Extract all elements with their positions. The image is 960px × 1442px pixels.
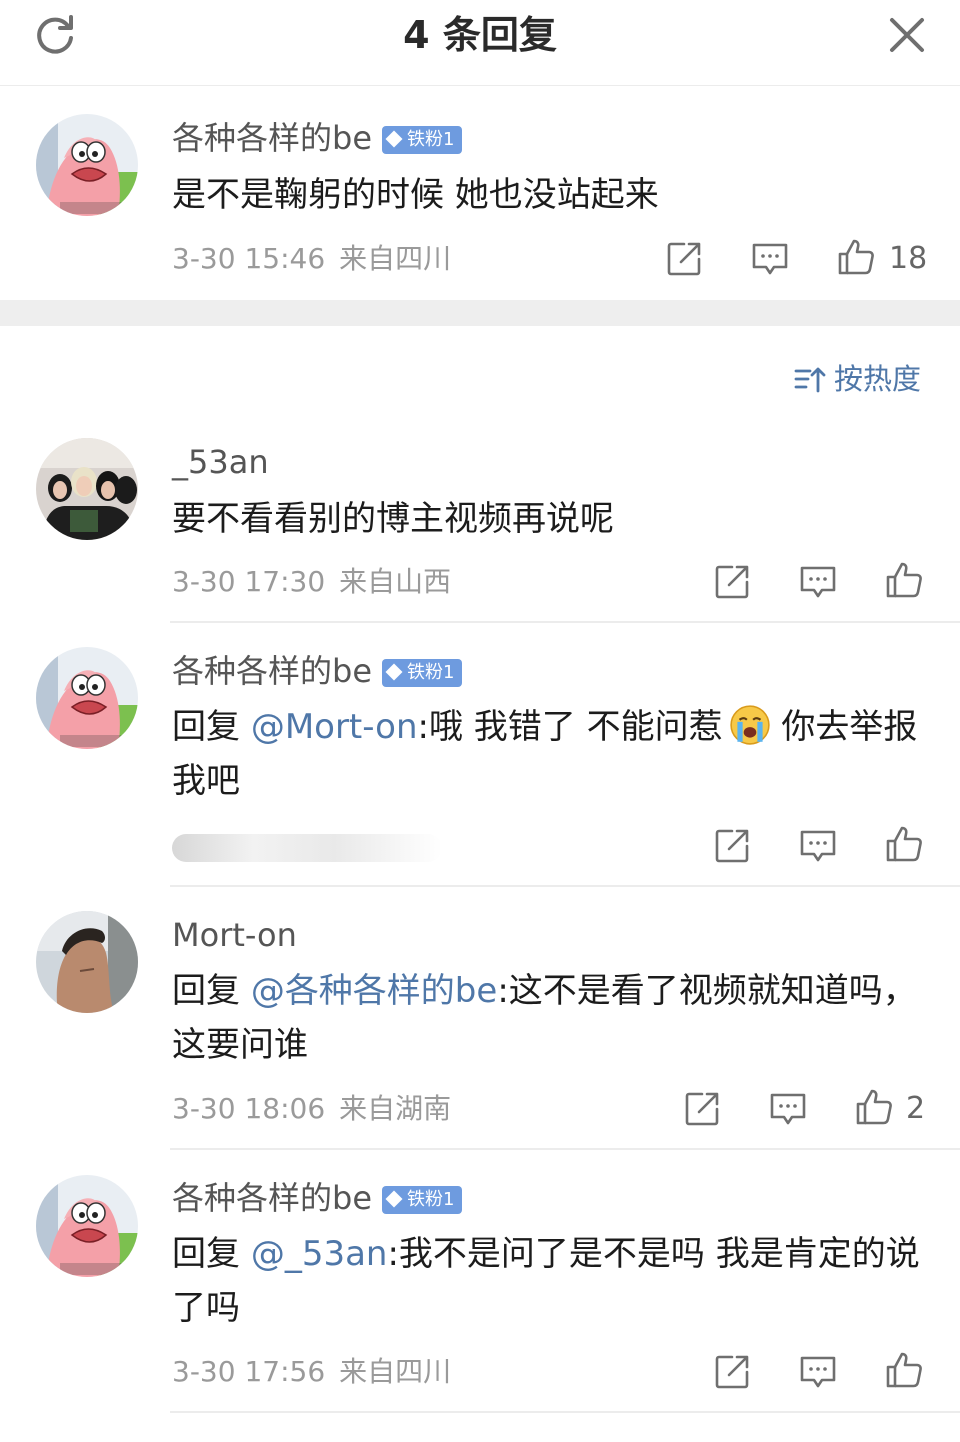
reply-time: 3-30 18:06 — [172, 1092, 326, 1125]
comment-location: 来自四川 — [339, 242, 452, 275]
username-text[interactable]: 各种各样的be — [172, 1179, 372, 1217]
comment-text: 是不是鞠躬的时候 她也没站起来 — [172, 175, 659, 215]
section-divider — [0, 300, 960, 326]
reply-prefix: 回复 — [172, 707, 251, 747]
thumbs-up-icon[interactable] — [836, 237, 876, 277]
comment-time: 3-30 15:46 — [172, 242, 326, 275]
comment-icon[interactable] — [798, 826, 838, 866]
badge-label: 铁粉1 — [407, 662, 455, 683]
like-count: 18 — [889, 241, 928, 276]
diamond-icon — [385, 1190, 403, 1208]
username-text[interactable]: 各种各样的be — [172, 652, 372, 690]
comment-icon[interactable] — [798, 1352, 838, 1392]
sort-button[interactable]: 按热度 — [794, 361, 921, 397]
reply-body: :哦 我错了 不能问惹 — [417, 707, 723, 747]
share-icon[interactable] — [712, 1352, 752, 1392]
share-icon[interactable] — [664, 239, 704, 279]
avatar[interactable] — [36, 438, 138, 540]
reply-location: 来自湖南 — [339, 1092, 452, 1125]
divider — [170, 885, 960, 887]
comment-icon[interactable] — [768, 1089, 808, 1129]
username-text[interactable]: 各种各样的be — [172, 119, 372, 157]
share-icon[interactable] — [712, 562, 752, 602]
fan-badge: 铁粉1 — [382, 1186, 463, 1214]
comment-meta: 3-30 15:46 来自四川 — [172, 241, 451, 277]
mention-link[interactable]: @各种各样的be — [251, 971, 498, 1011]
reply-text: 要不看看别的博主视频再说呢 — [172, 499, 614, 539]
reply-time: 3-30 17:30 — [172, 565, 326, 598]
username[interactable]: 各种各样的be 铁粉1 — [172, 1178, 463, 1218]
avatar[interactable] — [36, 647, 138, 749]
reply-text: 回复 @_53an:我不是问了是不是吗 我是肯定的说了吗 — [172, 1227, 932, 1335]
reply-text: 回复 @Mort-on:哦 我错了 不能问惹 你去举报我吧 — [172, 700, 932, 808]
share-icon[interactable] — [682, 1089, 722, 1129]
thumbs-up-icon[interactable] — [884, 560, 924, 600]
top-bar: 4 条回复 — [0, 0, 960, 86]
mention-link[interactable]: @_53an — [251, 1234, 388, 1274]
badge-label: 铁粉1 — [407, 129, 455, 150]
fan-badge: 铁粉1 — [382, 126, 463, 154]
username[interactable]: Mort-on — [172, 915, 297, 955]
avatar[interactable] — [36, 114, 138, 216]
diamond-icon — [385, 130, 403, 148]
badge-label: 铁粉1 — [407, 1189, 455, 1210]
reply-meta: 3-30 17:30 来自山西 — [172, 564, 451, 600]
divider — [170, 621, 960, 623]
thumbs-up-icon[interactable] — [884, 824, 924, 864]
avatar[interactable] — [36, 1175, 138, 1277]
reply-meta: 3-30 18:06 来自湖南 — [172, 1091, 451, 1127]
like-count: 2 — [906, 1091, 926, 1126]
reply-location: 来自四川 — [339, 1355, 452, 1388]
page-title: 4 条回复 — [403, 13, 557, 57]
diamond-icon — [385, 663, 403, 681]
reply-prefix: 回复 — [172, 971, 251, 1011]
comment-icon[interactable] — [798, 562, 838, 602]
comment-icon[interactable] — [750, 239, 790, 279]
divider — [170, 1411, 960, 1413]
close-icon[interactable] — [884, 12, 930, 58]
reply-location: 来自山西 — [339, 565, 452, 598]
divider — [170, 1148, 960, 1150]
reply-text: 回复 @各种各样的be:这不是看了视频就知道吗，这要问谁 — [172, 964, 932, 1072]
thumbs-up-icon[interactable] — [884, 1350, 924, 1390]
fan-badge: 铁粉1 — [382, 659, 463, 687]
sort-label: 按热度 — [834, 362, 922, 396]
reply-time: 3-30 17:56 — [172, 1355, 326, 1388]
avatar[interactable] — [36, 911, 138, 1013]
username[interactable]: 各种各样的be 铁粉1 — [172, 118, 463, 158]
reply-meta: 3-30 17:56 来自四川 — [172, 1354, 451, 1390]
reply-prefix: 回复 — [172, 1234, 251, 1274]
thumbs-up-icon[interactable] — [854, 1087, 894, 1127]
blurred-meta — [172, 834, 442, 862]
sort-icon — [794, 367, 826, 393]
crying-face-emoji — [729, 704, 771, 746]
username[interactable]: 各种各样的be 铁粉1 — [172, 651, 463, 691]
mention-link[interactable]: @Mort-on — [251, 707, 418, 747]
share-icon[interactable] — [712, 826, 752, 866]
username[interactable]: _53an — [172, 442, 269, 482]
